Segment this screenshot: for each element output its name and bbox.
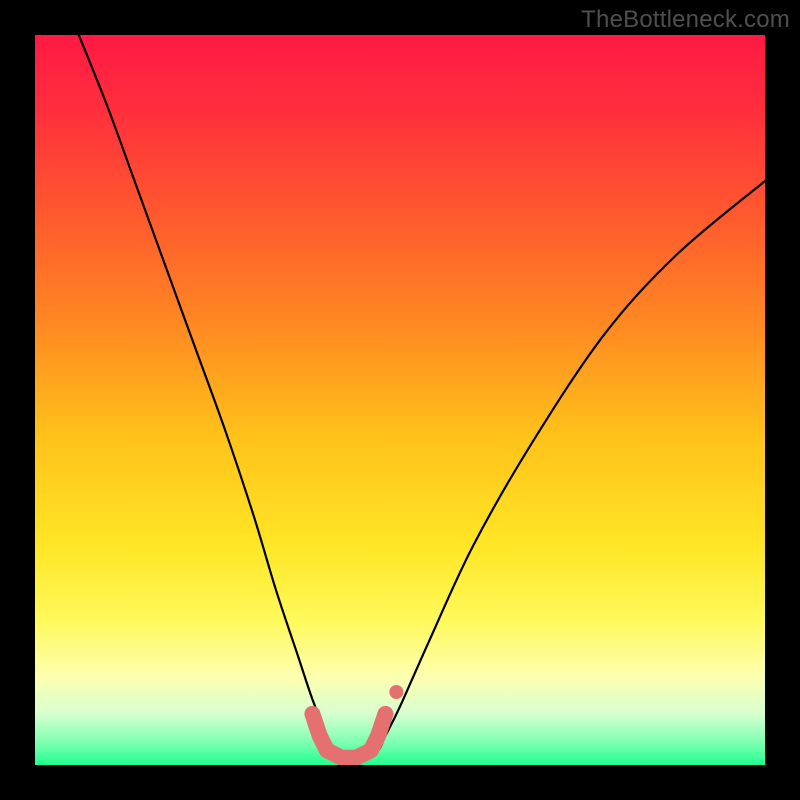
gradient-background [35, 35, 765, 765]
minimum-marker-dot [389, 685, 403, 699]
watermark-text: TheBottleneck.com [581, 6, 790, 34]
chart-frame: TheBottleneck.com [0, 0, 800, 800]
bottleneck-chart [35, 35, 765, 765]
plot-area [35, 35, 765, 765]
